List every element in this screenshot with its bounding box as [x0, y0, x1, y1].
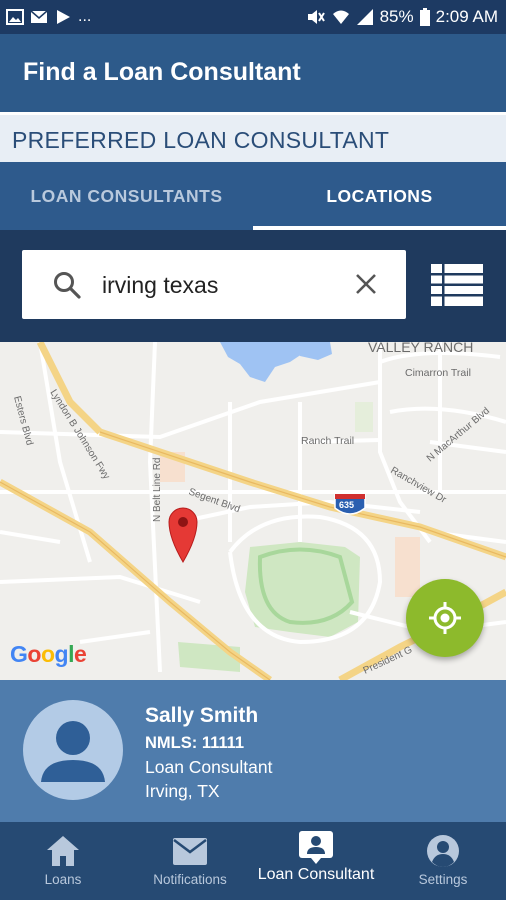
- map-label-cimarron: Cimarron Trail: [405, 367, 471, 379]
- more-notifications: ...: [78, 8, 92, 25]
- battery-percent: 85%: [379, 7, 414, 26]
- consultant-nmls: NMLS: 11111: [145, 734, 245, 752]
- contact-card-icon: [299, 831, 333, 864]
- app-bar: Find a Loan Consultant: [0, 34, 506, 112]
- nav-loans-label: Loans: [44, 872, 82, 887]
- map-view[interactable]: VALLEY RANCH Cimarron Trail Ranch Trail …: [0, 342, 506, 680]
- list-view-icon[interactable]: [431, 264, 483, 306]
- nav-settings[interactable]: Settings: [398, 822, 488, 900]
- status-bar: ... 85% 2:09 AM: [0, 0, 506, 34]
- clock: 2:09 AM: [435, 7, 498, 26]
- mail-icon: [173, 838, 207, 865]
- map-label-valley-ranch: VALLEY RANCH: [368, 342, 473, 355]
- page-title: Find a Loan Consultant: [23, 58, 301, 86]
- tab-locations[interactable]: LOCATIONS: [253, 162, 506, 230]
- person-icon: [41, 721, 105, 782]
- location-pin-icon[interactable]: [168, 507, 198, 563]
- mute-icon: [307, 10, 325, 24]
- bottom-nav: Loans Notifications Loan Consultant Sett…: [0, 822, 506, 900]
- map-label-esters: Esters Blvd: [11, 395, 35, 447]
- my-location-icon: [429, 602, 461, 634]
- tab-bar: LOAN CONSULTANTS LOCATIONS: [0, 162, 506, 230]
- avatar: [23, 700, 123, 800]
- nav-loan-consultant[interactable]: Loan Consultant: [251, 822, 381, 900]
- google-logo-letter: e: [73, 641, 87, 667]
- clear-icon[interactable]: [353, 271, 379, 297]
- nav-settings-label: Settings: [418, 872, 468, 887]
- consultant-card[interactable]: Sally Smith NMLS: 11111 Loan Consultant …: [0, 680, 506, 822]
- map-label-macarthur: N MacArthur Blvd: [425, 406, 492, 465]
- consultant-location: Irving, TX: [145, 781, 220, 801]
- google-logo-letter: o: [40, 641, 55, 667]
- preferred-consultant-label: PREFERRED LOAN CONSULTANT: [12, 127, 390, 153]
- wifi-icon: [332, 10, 349, 24]
- tab-loan-consultants[interactable]: LOAN CONSULTANTS: [0, 162, 253, 230]
- map-label-belt-line: N Belt Line Rd: [152, 458, 163, 522]
- google-logo-letter: g: [54, 641, 69, 667]
- nav-notifications-label: Notifications: [153, 872, 227, 887]
- search-area: [0, 230, 506, 342]
- my-location-button[interactable]: [406, 579, 484, 657]
- gallery-icon: [6, 9, 24, 25]
- google-logo-letter: o: [27, 641, 41, 667]
- map-label-ranch-trail: Ranch Trail: [301, 435, 354, 447]
- play-store-icon: [57, 10, 70, 24]
- battery-icon: [419, 8, 430, 26]
- account-circle-icon: [427, 835, 459, 867]
- nav-loan-consultant-label: Loan Consultant: [257, 866, 375, 883]
- signal-icon: [356, 9, 373, 25]
- status-left: ...: [6, 8, 91, 26]
- preferred-consultant-banner[interactable]: PREFERRED LOAN CONSULTANT: [0, 112, 506, 162]
- search-input[interactable]: [102, 267, 342, 303]
- nav-notifications[interactable]: Notifications: [140, 822, 240, 900]
- consultant-role: Loan Consultant: [145, 757, 273, 777]
- google-logo: Google: [10, 641, 87, 668]
- search-icon[interactable]: [52, 270, 82, 300]
- consultant-name: Sally Smith: [145, 704, 259, 727]
- status-right: 85% 2:09 AM: [306, 7, 498, 27]
- mail-notification-icon: [30, 10, 48, 23]
- map-label-highway: 635: [339, 500, 354, 510]
- google-logo-letter: G: [10, 641, 28, 667]
- home-icon: [47, 836, 79, 866]
- nav-loans[interactable]: Loans: [18, 822, 108, 900]
- search-box: [22, 250, 406, 319]
